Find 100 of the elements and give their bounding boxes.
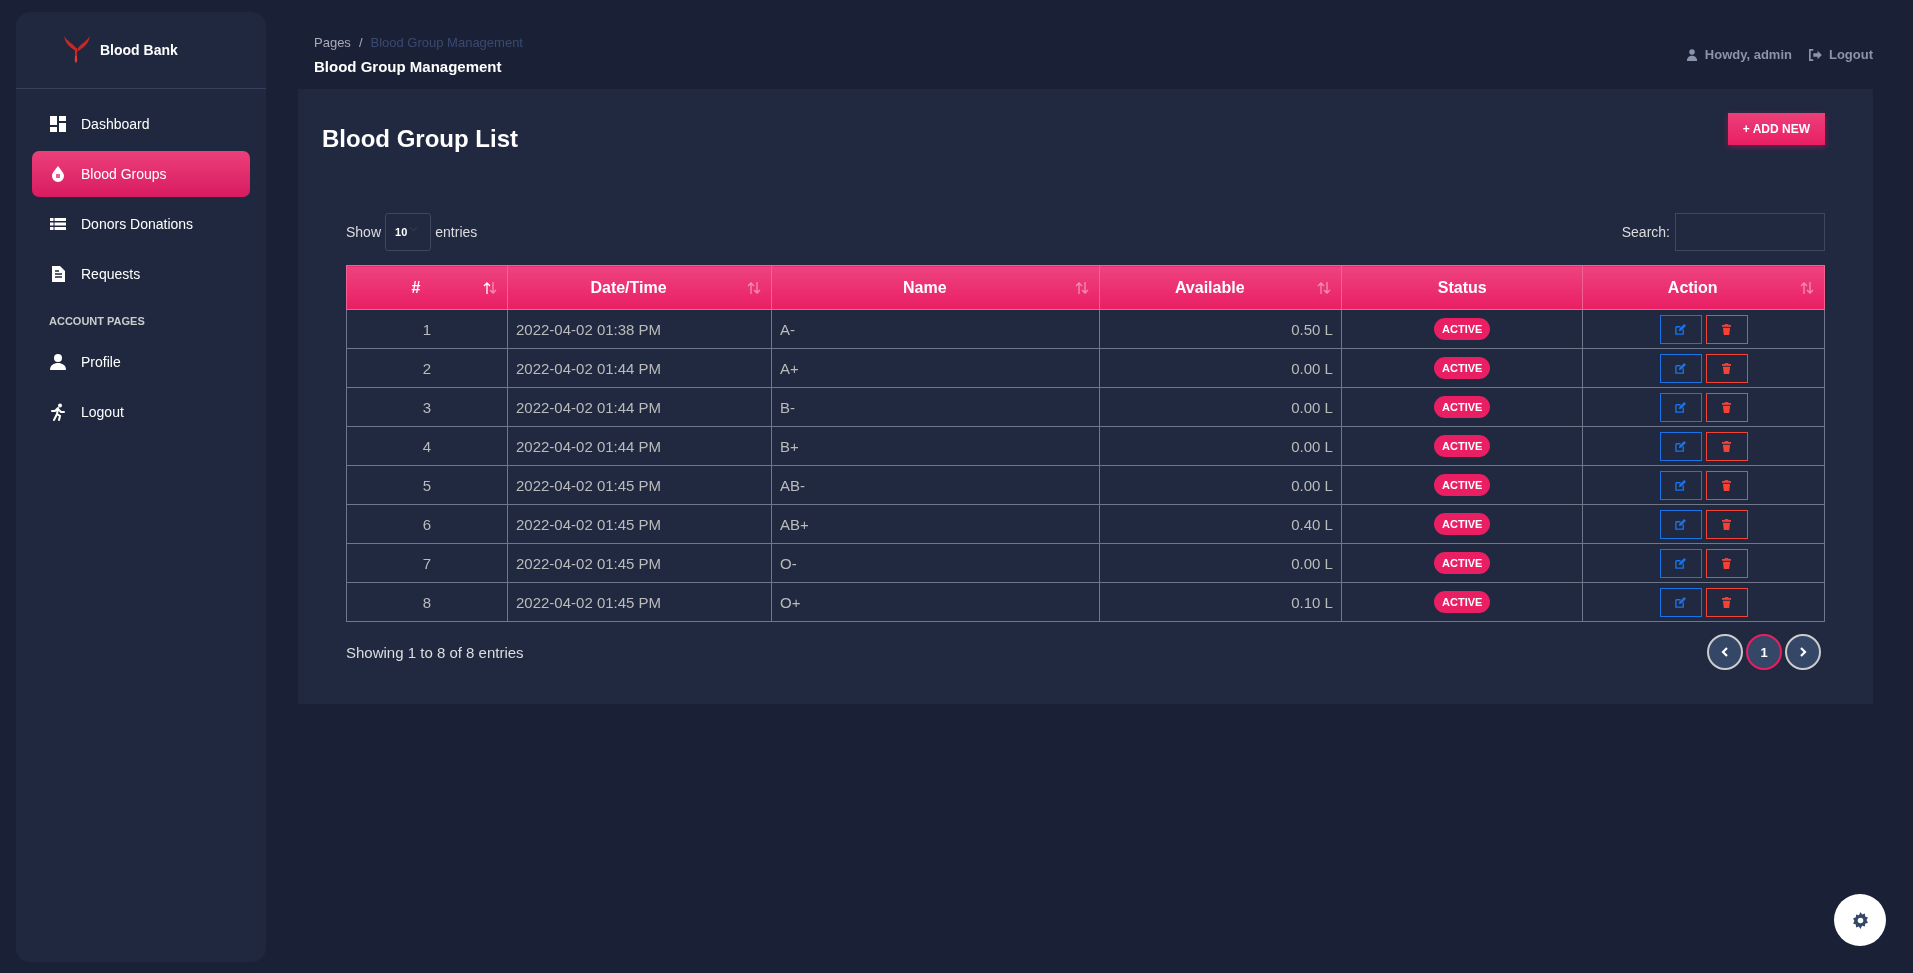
entries-select[interactable]: 10 (385, 213, 432, 251)
status-badge: ACTIVE (1434, 396, 1491, 418)
entries-info: Showing 1 to 8 of 8 entries (346, 643, 524, 661)
chevron-right-icon (1799, 647, 1807, 657)
user-greeting[interactable]: Howdy, admin (1685, 47, 1792, 62)
table-cell: A- (771, 309, 1100, 349)
trash-icon (1722, 440, 1732, 452)
column-label: Action (1666, 278, 1719, 297)
delete-button[interactable] (1705, 431, 1748, 461)
table-cell: 2022-04-02 01:44 PM (507, 426, 772, 466)
edit-button[interactable] (1659, 509, 1702, 539)
edit-icon (1675, 440, 1687, 452)
status-badge: ACTIVE (1434, 552, 1491, 574)
column-label: # (410, 278, 422, 297)
status-badge: ACTIVE (1434, 318, 1491, 340)
table-cell: 0.10 L (1100, 582, 1342, 622)
table-cell: B- (771, 387, 1100, 427)
table-cell: AB+ (771, 504, 1100, 544)
table-cell: 2022-04-02 01:45 PM (507, 543, 772, 583)
brand-name: Blood Bank (100, 42, 178, 58)
nav-item[interactable]: Requests (32, 251, 250, 297)
edit-icon (1675, 479, 1687, 491)
breadcrumb-separator: / (358, 35, 363, 50)
table-cell: 2 (346, 348, 508, 388)
table-cell: 3 (346, 387, 508, 427)
table-cell: 6 (346, 504, 508, 544)
table-cell: 2022-04-02 01:45 PM (507, 504, 772, 544)
delete-button[interactable] (1705, 509, 1748, 539)
logout-link[interactable]: Logout (1807, 47, 1873, 62)
next-page-button[interactable] (1785, 634, 1821, 670)
delete-button[interactable] (1705, 314, 1748, 344)
table-cell: O+ (771, 582, 1100, 622)
edit-icon (1675, 557, 1687, 569)
previous-page-button[interactable] (1707, 634, 1743, 670)
status-badge: ACTIVE (1434, 357, 1491, 379)
table-cell: A+ (771, 348, 1100, 388)
running-person-icon (49, 403, 67, 421)
settings-icon (1851, 911, 1869, 929)
nav-item[interactable]: Donors Donations (32, 201, 250, 247)
table-cell: 2022-04-02 01:45 PM (507, 582, 772, 622)
trash-icon (1722, 557, 1732, 569)
page-title: Blood Group Management (314, 58, 503, 75)
show-label: Show (346, 224, 382, 240)
edit-button[interactable] (1659, 587, 1702, 617)
edit-icon (1675, 518, 1687, 530)
table-cell: 7 (346, 543, 508, 583)
status-badge: ACTIVE (1434, 591, 1491, 613)
delete-button[interactable] (1705, 392, 1748, 422)
entries-label: entries (435, 224, 478, 240)
drop-icon (49, 165, 67, 183)
user-icon (1685, 48, 1698, 61)
edit-button[interactable] (1659, 353, 1702, 383)
table-cell: 4 (346, 426, 508, 466)
section-heading: ACCOUNT PAGES (48, 314, 146, 329)
table-cell: AB- (771, 465, 1100, 505)
nav-item[interactable]: Dashboard (32, 101, 250, 147)
edit-icon (1675, 362, 1687, 374)
trash-icon (1722, 323, 1732, 335)
sign-out-icon (1807, 48, 1822, 61)
edit-button[interactable] (1659, 431, 1702, 461)
table-cell: 0.00 L (1100, 426, 1342, 466)
edit-icon (1675, 596, 1687, 608)
trash-icon (1722, 362, 1732, 374)
column-label: Name (901, 278, 948, 297)
delete-button[interactable] (1705, 470, 1748, 500)
table-cell: 2022-04-02 01:44 PM (507, 348, 772, 388)
delete-button[interactable] (1705, 587, 1748, 617)
nav-item[interactable]: Logout (32, 389, 250, 435)
table-cell: 2022-04-02 01:38 PM (507, 309, 772, 349)
settings-button[interactable] (1834, 894, 1886, 946)
delete-button[interactable] (1705, 353, 1748, 383)
column-label: Status (1436, 278, 1488, 297)
table-cell: 0.50 L (1100, 309, 1342, 349)
dashboard-icon (49, 115, 67, 133)
table-cell: 2022-04-02 01:45 PM (507, 465, 772, 505)
document-icon (49, 265, 67, 283)
table-cell: 0.00 L (1100, 387, 1342, 427)
list-icon (49, 215, 67, 233)
nav-item[interactable]: Blood Groups (32, 151, 250, 197)
add-new-button[interactable]: + ADD NEW (1727, 113, 1825, 145)
delete-button[interactable] (1705, 548, 1748, 578)
edit-icon (1675, 323, 1687, 335)
edit-button[interactable] (1659, 314, 1702, 344)
table-cell: 0.00 L (1100, 543, 1342, 583)
page-button[interactable]: 1 (1746, 634, 1782, 670)
search-field[interactable] (1675, 213, 1825, 251)
nav-item[interactable]: Profile (32, 339, 250, 385)
column-label: Date/Time (589, 278, 668, 297)
edit-button[interactable] (1659, 392, 1702, 422)
chevron-down-icon (409, 226, 419, 232)
status-badge: ACTIVE (1434, 513, 1491, 535)
status-badge: ACTIVE (1434, 435, 1491, 457)
status-badge: ACTIVE (1434, 474, 1491, 496)
trash-icon (1722, 596, 1732, 608)
edit-button[interactable] (1659, 470, 1702, 500)
trash-icon (1722, 518, 1732, 530)
trash-icon (1722, 401, 1732, 413)
edit-button[interactable] (1659, 548, 1702, 578)
table-cell: 0.00 L (1100, 348, 1342, 388)
breadcrumb-item[interactable]: Pages (314, 35, 351, 50)
